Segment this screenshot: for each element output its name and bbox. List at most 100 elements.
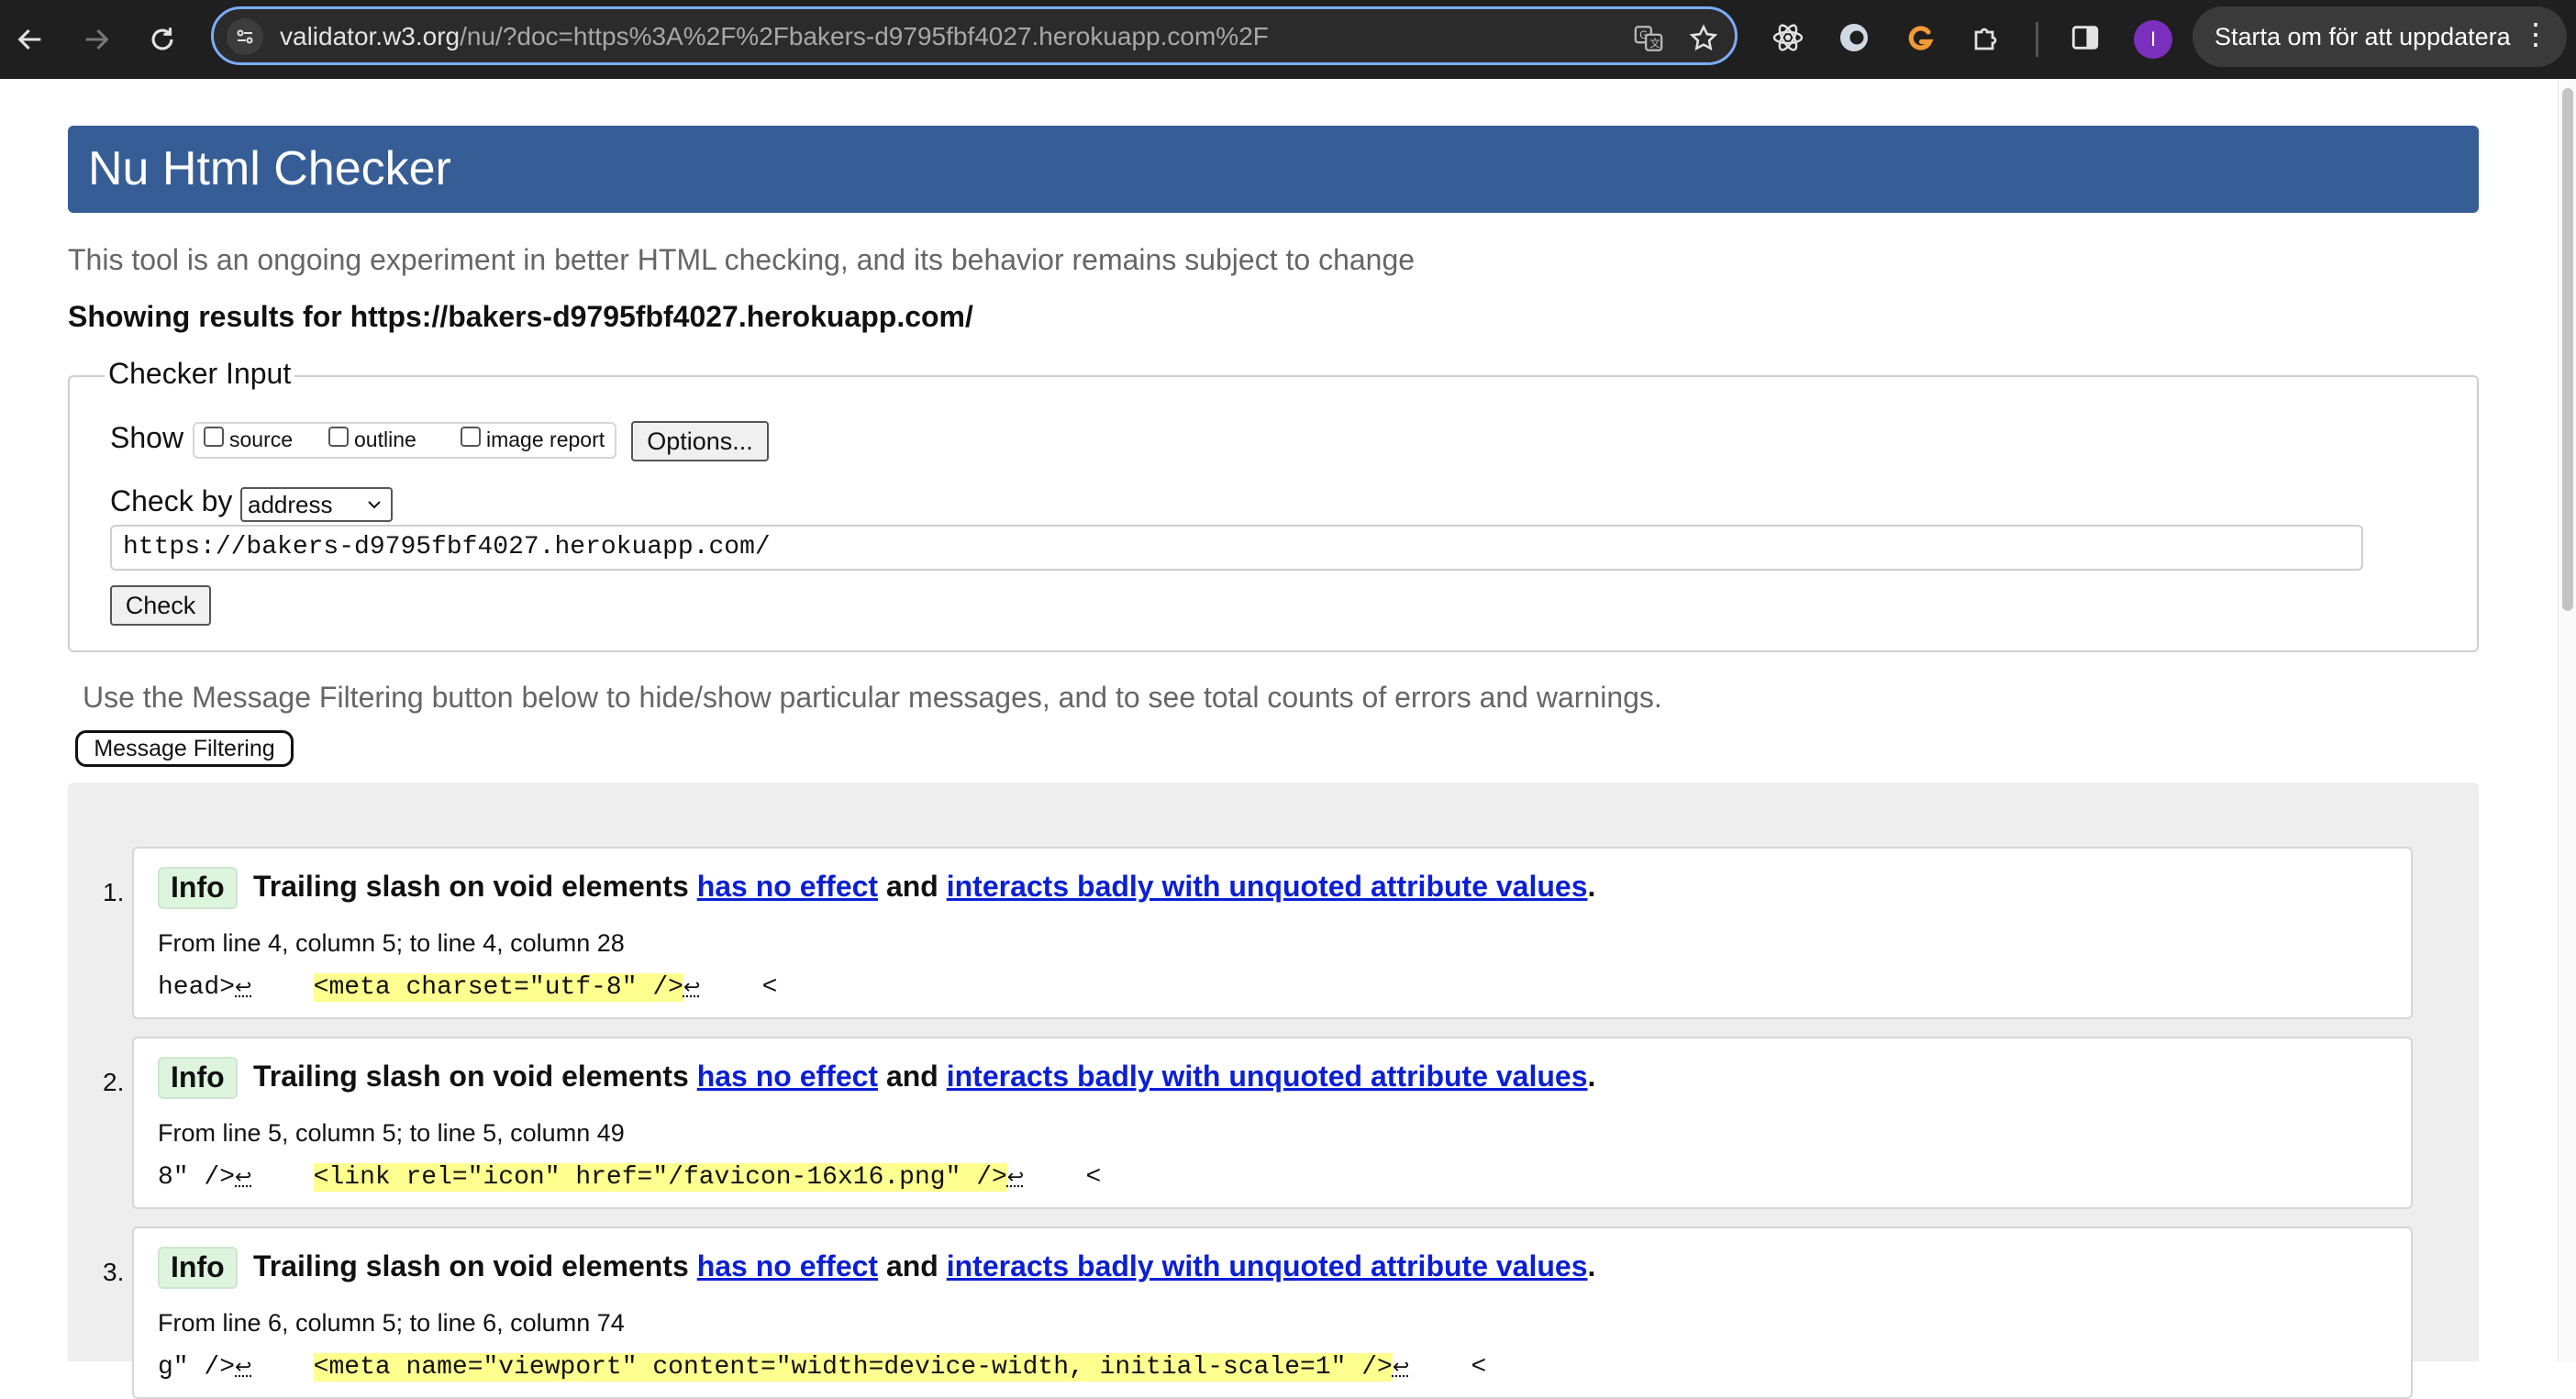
chevron-down-icon bbox=[368, 501, 381, 509]
forward-arrow-icon[interactable] bbox=[73, 17, 119, 62]
unquoted-attribute-link[interactable]: interacts badly with unquoted attribute … bbox=[947, 1060, 1588, 1093]
site-info-icon[interactable] bbox=[227, 18, 263, 55]
back-arrow-icon[interactable] bbox=[7, 17, 53, 62]
page-header: Nu Html Checker bbox=[68, 126, 2479, 213]
has-no-effect-link[interactable]: has no effect bbox=[697, 1060, 878, 1093]
svg-text:文: 文 bbox=[1649, 37, 1660, 50]
code-context: g" /> bbox=[158, 1353, 236, 1382]
check-by-value: address bbox=[248, 491, 333, 518]
tagline: This tool is an ongoing experiment in be… bbox=[68, 243, 1416, 276]
code-extract: 8" />↩ <link rel="icon" href="/favicon-1… bbox=[158, 1163, 1101, 1192]
code-highlight: <meta charset="utf-8" /> bbox=[313, 973, 683, 1002]
image-report-option-label: image report bbox=[486, 427, 605, 451]
code-context: < bbox=[700, 973, 778, 1002]
message-text-part: . bbox=[1587, 1249, 1596, 1282]
show-options-group: source outline image report bbox=[193, 422, 616, 459]
checker-input-fieldset: Checker Input Show source outline image … bbox=[68, 357, 2479, 652]
results-list: 1. Info Trailing slash on void elements … bbox=[68, 783, 2479, 1399]
showing-results-heading: Showing results for https://bakers-d9795… bbox=[68, 300, 973, 333]
line-break-glyph: ↩ bbox=[235, 1357, 252, 1380]
unquoted-attribute-link[interactable]: interacts badly with unquoted attribute … bbox=[947, 1249, 1588, 1282]
message-text-part: Trailing slash on void elements bbox=[253, 1060, 697, 1093]
message-text-part: Trailing slash on void elements bbox=[253, 870, 697, 903]
message-item: 3. Info Trailing slash on void elements … bbox=[103, 1227, 2413, 1399]
message-location: From line 5, column 5; to line 5, column… bbox=[158, 1119, 625, 1147]
page-scrollbar[interactable] bbox=[2558, 79, 2576, 1361]
reload-icon[interactable] bbox=[139, 17, 185, 62]
code-highlight: <link rel="icon" href="/favicon-16x16.pn… bbox=[313, 1163, 1007, 1192]
check-button[interactable]: Check bbox=[110, 585, 211, 626]
message-text-part: . bbox=[1587, 870, 1596, 903]
show-label: Show bbox=[110, 421, 184, 454]
source-option[interactable]: source bbox=[204, 426, 294, 452]
image-report-checkbox[interactable] bbox=[461, 426, 481, 447]
star-icon[interactable] bbox=[1685, 20, 1722, 57]
message-text-part: and bbox=[878, 870, 947, 903]
grammarly-icon[interactable] bbox=[1899, 17, 1941, 59]
message-filtering-button[interactable]: Message Filtering bbox=[75, 730, 294, 767]
code-context: 8" /> bbox=[158, 1163, 236, 1192]
message-text-part: . bbox=[1587, 1060, 1596, 1093]
source-checkbox[interactable] bbox=[204, 426, 224, 447]
has-no-effect-link[interactable]: has no effect bbox=[697, 1249, 878, 1282]
message-item: 2. Info Trailing slash on void elements … bbox=[103, 1037, 2413, 1209]
code-context: head> bbox=[158, 973, 236, 1002]
document-url-input[interactable]: https://bakers-d9795fbf4027.herokuapp.co… bbox=[110, 525, 2363, 571]
message-item: 1. Info Trailing slash on void elements … bbox=[103, 847, 2413, 1019]
check-by-label: Check by bbox=[110, 484, 233, 517]
address-bar[interactable]: validator.w3.org/nu/?doc=https%3A%2F%2Fb… bbox=[211, 6, 1738, 65]
svg-text:G: G bbox=[1639, 28, 1648, 41]
message-text: Trailing slash on void elements has no e… bbox=[253, 1247, 1595, 1285]
translate-icon[interactable]: G文 bbox=[1630, 20, 1667, 57]
react-devtools-icon[interactable] bbox=[1767, 17, 1809, 59]
message-number: 3. bbox=[103, 1258, 125, 1286]
info-badge: Info bbox=[158, 1247, 238, 1289]
toolbar-divider bbox=[2036, 22, 2038, 57]
outline-option[interactable]: outline bbox=[328, 426, 416, 452]
message-filtering-note: Use the Message Filtering button below t… bbox=[83, 681, 1662, 714]
update-button-label: Starta om för att uppdatera bbox=[2215, 22, 2511, 50]
has-no-effect-link[interactable]: has no effect bbox=[697, 870, 878, 903]
image-report-option[interactable]: image report bbox=[461, 426, 605, 452]
line-break-glyph: ↩ bbox=[235, 1167, 252, 1190]
extension-icon[interactable] bbox=[1833, 17, 1875, 59]
message-text: Trailing slash on void elements has no e… bbox=[253, 867, 1595, 905]
message-text-part: and bbox=[878, 1060, 947, 1093]
url-host: validator.w3.org bbox=[280, 22, 461, 50]
more-vert-icon[interactable]: ⋮ bbox=[2521, 19, 2550, 49]
message-text: Trailing slash on void elements has no e… bbox=[253, 1057, 1595, 1095]
message-location: From line 4, column 5; to line 4, column… bbox=[158, 929, 625, 957]
browser-toolbar: validator.w3.org/nu/?doc=https%3A%2F%2Fb… bbox=[0, 0, 2576, 79]
check-by-select[interactable]: address bbox=[240, 487, 393, 522]
puzzle-icon[interactable] bbox=[1966, 17, 2008, 59]
message-number: 2. bbox=[103, 1068, 125, 1096]
info-badge: Info bbox=[158, 867, 238, 909]
profile-avatar[interactable]: I bbox=[2134, 20, 2172, 59]
scrollbar-thumb[interactable] bbox=[2562, 88, 2573, 611]
message-text-part: Trailing slash on void elements bbox=[253, 1249, 697, 1282]
line-break-glyph: ↩ bbox=[683, 977, 701, 1000]
checker-input-legend: Checker Input bbox=[105, 357, 295, 391]
side-panel-icon[interactable] bbox=[2064, 17, 2106, 59]
url-text: validator.w3.org/nu/?doc=https%3A%2F%2Fb… bbox=[280, 22, 1269, 51]
source-option-label: source bbox=[229, 427, 294, 451]
message-text-part: and bbox=[878, 1249, 947, 1282]
update-button[interactable]: Starta om för att uppdatera ⋮ bbox=[2193, 6, 2567, 67]
url-path: /nu/?doc=https%3A%2F%2Fbakers-d9795fbf40… bbox=[460, 22, 1269, 50]
message-location: From line 6, column 5; to line 6, column… bbox=[158, 1309, 625, 1337]
options-button[interactable]: Options... bbox=[631, 421, 769, 461]
outline-checkbox[interactable] bbox=[328, 426, 349, 447]
code-extract: head>↩ <meta charset="utf-8" />↩ < bbox=[158, 973, 777, 1002]
line-break-glyph: ↩ bbox=[235, 977, 252, 1000]
code-context: < bbox=[1409, 1353, 1487, 1382]
info-badge: Info bbox=[158, 1057, 238, 1099]
code-highlight: <meta name="viewport" content="width=dev… bbox=[313, 1353, 1393, 1382]
page-title: Nu Html Checker bbox=[88, 142, 451, 195]
outline-option-label: outline bbox=[354, 427, 416, 451]
line-break-glyph: ↩ bbox=[1392, 1357, 1410, 1380]
unquoted-attribute-link[interactable]: interacts badly with unquoted attribute … bbox=[947, 870, 1588, 903]
code-extract: g" />↩ <meta name="viewport" content="wi… bbox=[158, 1353, 1486, 1382]
message-number: 1. bbox=[103, 878, 125, 906]
